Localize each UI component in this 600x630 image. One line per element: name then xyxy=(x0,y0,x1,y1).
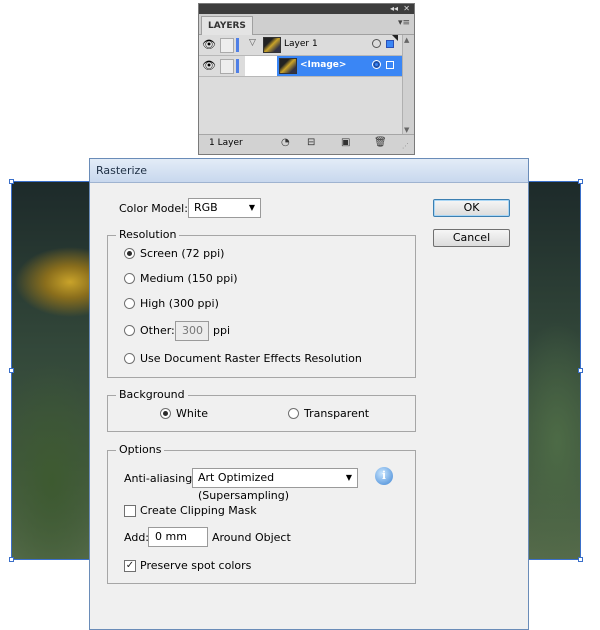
radio-label-other: Other: xyxy=(140,324,175,337)
radio-label-screen: Screen (72 ppi) xyxy=(140,247,225,260)
layer-row-layer-1[interactable]: 👁 ▽ Layer 1 xyxy=(199,35,404,56)
new-layer-icon[interactable]: ▣ xyxy=(341,137,350,148)
selection-handle-middle-left[interactable] xyxy=(9,368,14,373)
delete-icon[interactable]: 🗑 xyxy=(374,137,387,148)
layer-thumbnail xyxy=(263,37,281,53)
dropdown-arrow-icon: ▼ xyxy=(248,203,255,212)
scroll-down-icon[interactable]: ▼ xyxy=(404,126,409,134)
radio-background-transparent[interactable] xyxy=(288,408,299,419)
preserve-spot-colors-label: Preserve spot colors xyxy=(140,559,252,572)
color-model-value: RGB xyxy=(194,201,218,214)
selection-handle-top-left[interactable] xyxy=(9,179,14,184)
create-clipping-mask-label: Create Clipping Mask xyxy=(140,504,257,517)
target-circle-icon[interactable] xyxy=(372,39,381,48)
lock-toggle[interactable] xyxy=(220,38,234,53)
color-model-select[interactable]: RGB ▼ xyxy=(188,198,261,218)
antialiasing-value: Art Optimized (Supersampling) xyxy=(198,471,290,502)
info-icon[interactable]: i xyxy=(375,467,393,485)
radio-document-raster-resolution[interactable] xyxy=(124,353,135,364)
current-layer-marker-icon xyxy=(392,35,398,41)
selection-handle-middle-right[interactable] xyxy=(578,368,583,373)
selection-handle-bottom-right[interactable] xyxy=(578,557,583,562)
tab-layers[interactable]: LAYERS xyxy=(201,16,253,35)
visibility-eye-icon[interactable]: 👁 xyxy=(202,38,216,52)
add-amount-input[interactable]: 0 mm xyxy=(148,527,208,547)
create-clipping-mask-checkbox[interactable] xyxy=(124,505,136,517)
panel-tabbar: LAYERS ▾≡ xyxy=(199,14,414,35)
antialiasing-select[interactable]: Art Optimized (Supersampling) ▼ xyxy=(192,468,358,502)
resolution-legend: Resolution xyxy=(116,228,180,242)
radio-label-white: White xyxy=(176,407,208,420)
radio-background-white[interactable] xyxy=(160,408,171,419)
panel-menu-icon[interactable]: ▾≡ xyxy=(398,18,410,28)
lock-toggle[interactable] xyxy=(220,59,234,74)
radio-high-300[interactable] xyxy=(124,298,135,309)
radio-medium-150[interactable] xyxy=(124,273,135,284)
background-legend: Background xyxy=(116,388,188,402)
selection-square-icon[interactable] xyxy=(386,40,394,48)
cancel-button[interactable]: Cancel xyxy=(433,229,510,247)
layer-color-indicator xyxy=(236,38,239,52)
expand-triangle-icon[interactable]: ▽ xyxy=(249,38,256,48)
locate-object-icon[interactable]: ◔ xyxy=(281,137,290,148)
visibility-eye-icon[interactable]: 👁 xyxy=(202,59,216,73)
layer-row-image[interactable]: 👁 <Image> xyxy=(199,56,404,77)
layers-list: 👁 ▽ Layer 1 👁 <Image> xyxy=(199,35,404,135)
dialog-title: Rasterize xyxy=(90,159,528,183)
other-ppi-input[interactable]: 300 xyxy=(175,321,209,341)
rasterize-dialog: Rasterize Color Model: RGB ▼ OK Cancel R… xyxy=(89,158,529,630)
ppi-unit-label: ppi xyxy=(213,324,231,337)
layer-color-indicator xyxy=(236,59,239,73)
make-clipping-mask-icon[interactable]: ⊟ xyxy=(307,137,315,148)
layer-name[interactable]: <Image> xyxy=(300,60,346,70)
radio-label-high: High (300 ppi) xyxy=(140,297,219,310)
layer-count: 1 Layer xyxy=(209,138,243,148)
around-object-label: Around Object xyxy=(212,531,291,544)
preserve-spot-colors-checkbox[interactable]: ✓ xyxy=(124,560,136,572)
radio-label-transparent: Transparent xyxy=(304,407,370,420)
add-label: Add: xyxy=(124,531,150,544)
selected-row-highlight xyxy=(245,56,277,76)
resize-grip-icon[interactable]: ⋰ xyxy=(402,142,409,150)
dropdown-arrow-icon: ▼ xyxy=(345,473,352,482)
panel-titlebar: ◂◂ ✕ xyxy=(199,4,414,14)
radio-label-document-raster: Use Document Raster Effects Resolution xyxy=(140,352,362,365)
selection-square-icon[interactable] xyxy=(386,61,394,69)
antialiasing-label: Anti-aliasing: xyxy=(124,472,196,485)
radio-label-medium: Medium (150 ppi) xyxy=(140,272,238,285)
scroll-up-icon[interactable]: ▲ xyxy=(404,36,409,44)
radio-screen-72[interactable] xyxy=(124,248,135,259)
layers-scrollbar[interactable]: ▲ ▼ xyxy=(402,35,414,135)
options-legend: Options xyxy=(116,443,165,457)
background-group: Background xyxy=(107,388,416,432)
close-icon[interactable]: ✕ xyxy=(403,4,410,14)
collapse-icon[interactable]: ◂◂ xyxy=(390,4,398,14)
selection-handle-bottom-left[interactable] xyxy=(9,557,14,562)
ok-button[interactable]: OK xyxy=(433,199,510,217)
selection-handle-top-right[interactable] xyxy=(578,179,583,184)
radio-other[interactable] xyxy=(124,325,135,336)
color-model-label: Color Model: xyxy=(119,202,188,215)
image-thumbnail xyxy=(279,58,297,74)
layers-panel: ◂◂ ✕ LAYERS ▾≡ 👁 ▽ Layer 1 👁 <Image> ▲ ▼… xyxy=(198,3,415,155)
layer-name[interactable]: Layer 1 xyxy=(284,39,318,49)
panel-footer: 1 Layer ◔ ⊟ ▣ 🗑 ⋰ xyxy=(199,134,414,154)
target-circle-icon[interactable] xyxy=(372,60,381,69)
